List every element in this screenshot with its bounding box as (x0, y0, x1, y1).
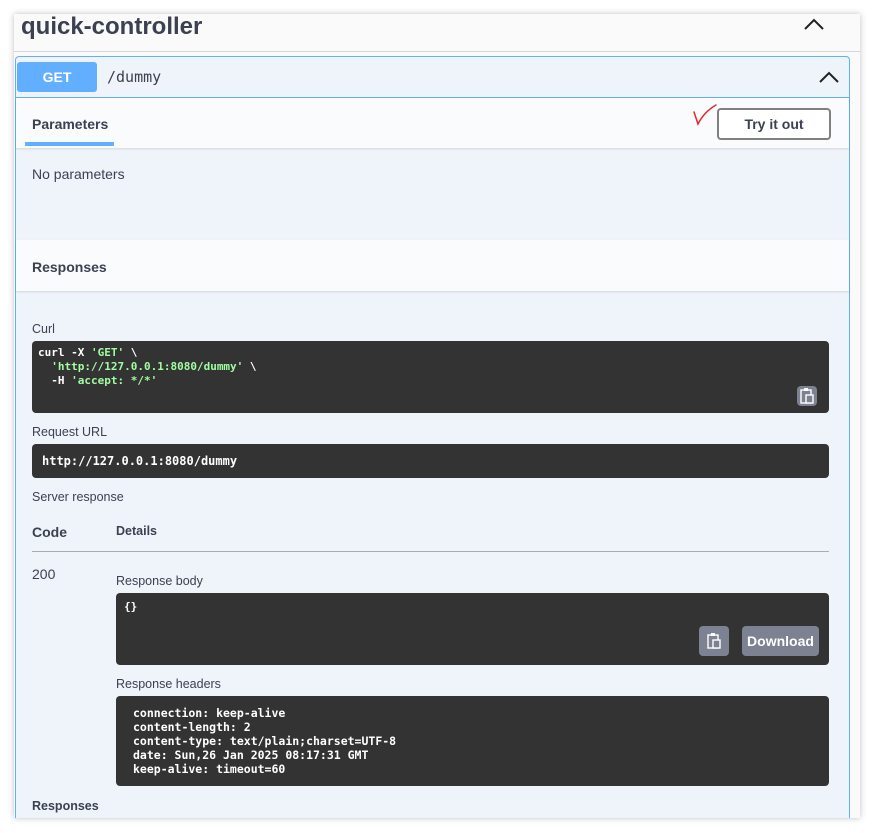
request-url-label: Request URL (32, 425, 108, 439)
status-code: 200 (32, 566, 56, 582)
tab-active-indicator (25, 142, 114, 146)
chevron-up-icon[interactable] (818, 69, 840, 85)
operation-path: /dummy (107, 68, 162, 86)
copy-curl-button[interactable] (797, 386, 817, 406)
parameters-header: Parameters Try it out (16, 98, 849, 148)
responses-footer-title: Responses (32, 799, 99, 813)
curl-command-box: curl -X 'GET' \ 'http://127.0.0.1:8080/d… (32, 341, 829, 413)
clipboard-copy-icon (800, 388, 814, 404)
operation-block: GET /dummy Parameters Try it out No para… (15, 56, 850, 818)
response-headers-label: Response headers (116, 677, 221, 691)
clipboard-copy-icon (707, 633, 721, 649)
red-check-mark-icon (693, 104, 717, 126)
request-url: http://127.0.0.1:8080/dummy (42, 454, 238, 468)
response-body-box: {} Download (116, 593, 829, 665)
code-column-header: Code (32, 524, 67, 540)
tag-title: quick-controller (21, 14, 203, 40)
no-parameters-text: No parameters (32, 166, 125, 182)
response-body: {} (124, 600, 138, 613)
responses-header: Responses (16, 240, 849, 291)
try-it-out-button[interactable]: Try it out (717, 108, 831, 140)
table-divider (32, 551, 829, 552)
tag-header[interactable]: quick-controller (14, 14, 860, 52)
response-body-label: Response body (116, 574, 203, 588)
curl-command: curl -X 'GET' \ 'http://127.0.0.1:8080/d… (38, 346, 257, 387)
curl-label: Curl (32, 322, 55, 336)
response-headers-box: connection: keep-alive content-length: 2… (116, 696, 829, 786)
method-badge: GET (17, 62, 97, 92)
details-column-header: Details (116, 524, 157, 538)
copy-response-button[interactable] (699, 626, 729, 656)
request-url-box: http://127.0.0.1:8080/dummy (32, 444, 829, 478)
server-response-label: Server response (32, 490, 124, 504)
operation-summary[interactable]: GET /dummy (16, 57, 849, 98)
tab-parameters[interactable]: Parameters (32, 116, 108, 132)
response-headers: connection: keep-alive content-length: 2… (133, 706, 397, 776)
chevron-up-icon[interactable] (803, 16, 825, 32)
download-button[interactable]: Download (742, 626, 819, 656)
swagger-panel: quick-controller GET /dummy Parameters T… (14, 14, 860, 818)
responses-title: Responses (32, 259, 107, 275)
